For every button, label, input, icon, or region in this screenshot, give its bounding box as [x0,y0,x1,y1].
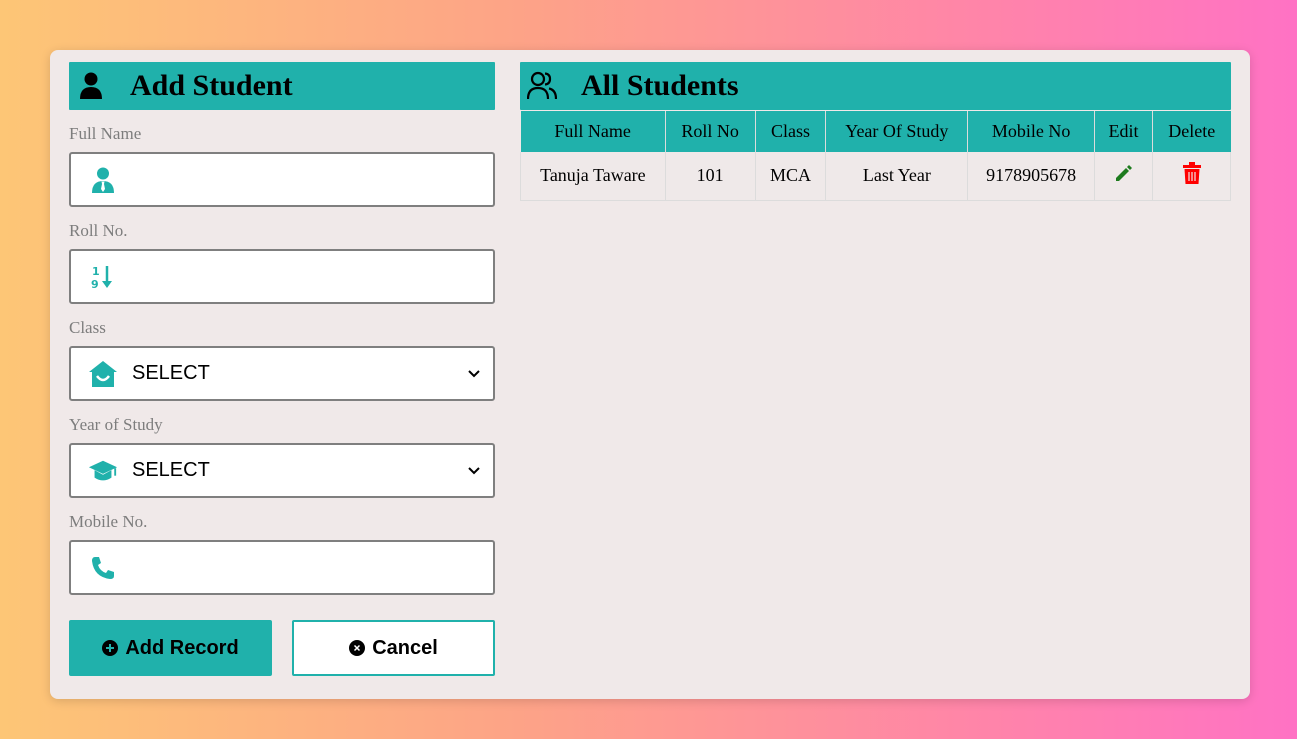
svg-text:1: 1 [92,265,100,278]
close-circle-icon [349,640,366,656]
mobile-no-field[interactable] [69,540,495,595]
table-row: Tanuja Taware 101 MCA Last Year 91789056… [520,152,1231,201]
roll-no-label: Roll No. [69,221,128,240]
year-of-study-label: Year of Study [69,415,163,434]
cell-full-name: Tanuja Taware [520,152,666,201]
cancel-label: Cancel [372,636,438,659]
add-record-label: Add Record [125,636,239,659]
col-full-name: Full Name [520,111,666,152]
col-class: Class [755,111,827,152]
year-selected-value: SELECT [132,459,210,481]
cancel-button[interactable]: Cancel [292,620,495,676]
pencil-icon [1115,165,1132,182]
cell-class: MCA [755,152,827,201]
svg-text:9: 9 [91,278,99,290]
col-delete: Delete [1168,121,1216,141]
cell-year: Last Year [825,152,969,201]
class-selected-value: SELECT [132,362,210,384]
school-icon [88,359,118,389]
user-icon [69,62,113,110]
add-student-panel: Add Student Full Name Roll No. 1 9 Class… [69,62,495,676]
col-mobile-no: Mobile No [967,111,1096,152]
class-select[interactable]: SELECT [69,346,495,401]
all-students-panel: All Students Full Name Roll No Class Yea… [520,62,1231,201]
add-record-button[interactable]: Add Record [69,620,272,676]
cell-roll-no: 101 [665,152,756,201]
col-roll-no: Roll No [665,111,756,152]
chevron-down-icon [467,367,481,381]
all-students-title: All Students [581,69,739,102]
mobile-no-input[interactable] [118,542,493,593]
full-name-label: Full Name [69,124,142,143]
graduation-cap-icon [88,456,118,486]
cell-mobile: 9178905678 [967,152,1096,201]
full-name-input[interactable] [118,154,493,205]
sort-numeric-icon: 1 9 [88,262,118,292]
all-students-header: All Students [520,62,1231,110]
edit-button[interactable] [1094,152,1154,201]
main-card: Add Student Full Name Roll No. 1 9 Class… [50,50,1250,699]
delete-button[interactable] [1152,152,1231,201]
col-edit: Edit [1094,111,1154,152]
users-icon [520,62,564,110]
trash-icon [1182,162,1201,185]
table-header-row: Full Name Roll No Class Year Of Study Mo… [520,111,1231,152]
add-student-title: Add Student [130,69,293,102]
phone-icon [88,553,118,583]
roll-no-field[interactable]: 1 9 [69,249,495,304]
roll-no-input[interactable] [118,251,493,302]
class-label: Class [69,318,106,337]
students-table: Full Name Roll No Class Year Of Study Mo… [520,111,1231,201]
col-year-of-study: Year Of Study [825,111,969,152]
user-tie-icon [88,165,118,195]
year-of-study-select[interactable]: SELECT [69,443,495,498]
add-student-header: Add Student [69,62,495,110]
full-name-field[interactable] [69,152,495,207]
form-actions: Add Record Cancel [69,620,495,676]
chevron-down-icon [467,464,481,478]
mobile-no-label: Mobile No. [69,512,148,531]
plus-circle-icon [102,640,119,656]
